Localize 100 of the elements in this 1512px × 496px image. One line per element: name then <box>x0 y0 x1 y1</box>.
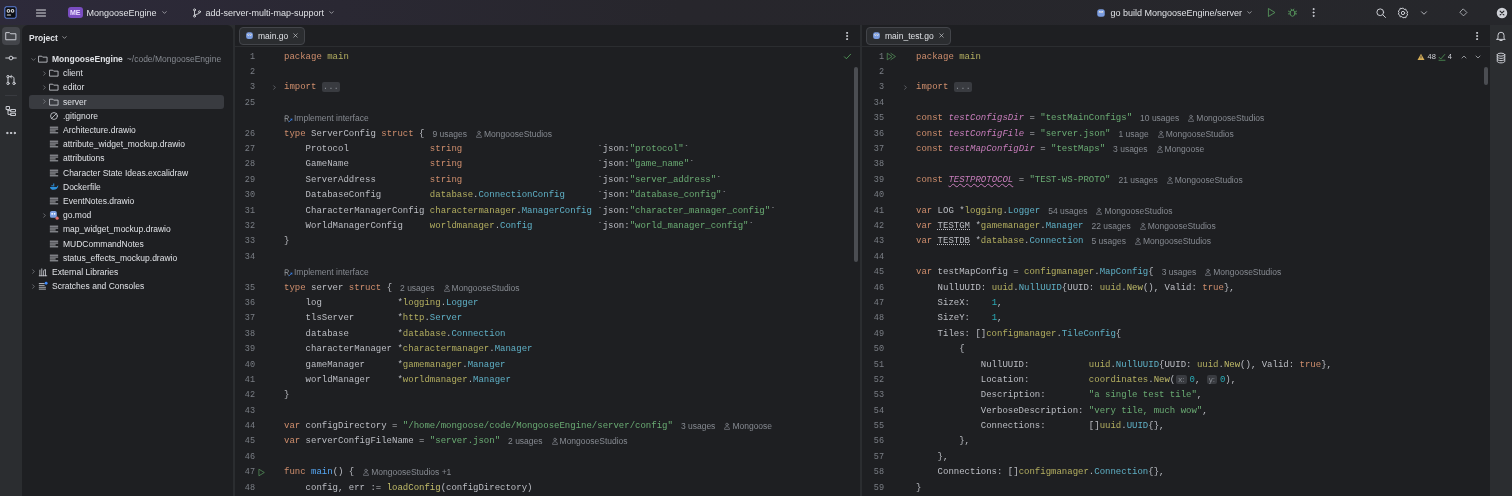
chevron-icon[interactable] <box>30 282 37 290</box>
chevron-icon[interactable] <box>41 83 48 91</box>
chevron-icon[interactable] <box>30 55 37 63</box>
tree-item[interactable]: editor <box>29 80 224 95</box>
usages-hint[interactable]: 1 usage <box>1118 128 1149 139</box>
check-icon[interactable] <box>843 52 852 61</box>
bug-icon[interactable] <box>1287 7 1298 18</box>
code-line: log *logging.Logger <box>304 297 479 308</box>
code-line: Location: coordinates.New( x: 0, y: 0), <box>979 374 1237 385</box>
usages-hint[interactable]: 22 usages <box>1091 221 1131 231</box>
author-hint[interactable]: MongooseStudios <box>1095 205 1173 216</box>
menu-icon[interactable] <box>35 6 47 19</box>
person-icon <box>1133 237 1142 246</box>
author-hint[interactable]: MongooseStudios <box>1133 236 1211 247</box>
code-lens-link[interactable]: Implement interface <box>284 113 369 124</box>
tree-item[interactable]: MongooseEngine ~/code/MongooseEngine <box>29 52 224 67</box>
line-number: 46 <box>872 282 884 293</box>
tree-item[interactable]: Architecture.drawio <box>29 122 224 138</box>
code-line: VerboseDescription: "very tile, much wow", <box>979 405 1208 416</box>
close-icon[interactable] <box>937 32 945 39</box>
line-number: 45 <box>243 436 255 447</box>
line-number: 1 <box>877 51 884 62</box>
tree-item[interactable]: .gitignore <box>29 108 224 123</box>
editor-tab[interactable]: main_test.go <box>866 26 951 45</box>
project-view-selector[interactable]: Project <box>29 32 68 43</box>
database-icon <box>1495 52 1507 64</box>
search-icon[interactable] <box>1375 6 1387 19</box>
tree-item[interactable]: attribute_widget_mockup.drawio <box>29 137 224 152</box>
diamond-icon[interactable] <box>1459 8 1468 17</box>
run-configuration[interactable]: go build MongooseEngine/server <box>1093 3 1256 22</box>
author-hint[interactable]: MongooseStudios <box>1138 221 1216 231</box>
app-logo-icon[interactable] <box>4 6 17 19</box>
line-number: 44 <box>872 251 884 262</box>
code-line: var LOG *logging.Logger <box>916 205 1041 216</box>
double-play-icon[interactable] <box>886 52 897 62</box>
author-hint[interactable]: Mongoose <box>1155 144 1205 155</box>
run-icon[interactable] <box>1266 7 1277 18</box>
tree-item[interactable]: MUDCommandNotes <box>29 236 224 251</box>
editor-tab[interactable]: main.go <box>239 26 306 45</box>
run-icon[interactable] <box>257 467 266 477</box>
branch-switcher[interactable]: add-server-multi-map-support <box>188 3 339 22</box>
tree-item[interactable]: Scratches and Consoles <box>29 279 224 294</box>
tree-item[interactable]: map_widget_mockup.drawio <box>29 222 224 237</box>
usages-hint[interactable]: 54 usages <box>1048 205 1088 216</box>
author-hint[interactable]: MongooseStudios <box>1165 174 1243 185</box>
whale-icon <box>49 181 59 192</box>
author-hint[interactable]: MongooseStudios <box>1204 267 1282 278</box>
usages-hint[interactable]: 3 usages <box>1113 144 1148 155</box>
tree-item[interactable]: server <box>29 94 224 109</box>
author-hint[interactable]: MongooseStudios +1 <box>362 467 452 478</box>
close-icon[interactable] <box>1496 6 1508 19</box>
usages-hint[interactable]: 21 usages <box>1118 174 1158 185</box>
person-icon <box>442 283 451 292</box>
person-icon <box>1204 268 1213 277</box>
tree-item[interactable]: attributions <box>29 151 224 166</box>
folder-icon <box>49 68 59 79</box>
tree-item[interactable]: client <box>29 66 224 81</box>
usages-hint[interactable]: 5 usages <box>1091 236 1126 247</box>
usages-hint[interactable]: 9 usages <box>432 128 467 139</box>
usages-hint[interactable]: 3 usages <box>1161 267 1197 278</box>
line-number: 42 <box>872 221 884 231</box>
code-line: const testMapConfigDir = "testMaps" <box>916 144 1106 155</box>
author-hint[interactable]: MongooseStudios <box>442 282 520 293</box>
code-line: worldManager *worldmanager.Manager <box>304 374 511 385</box>
author-hint[interactable]: MongooseStudios <box>550 436 628 447</box>
tree-item[interactable]: status_effects_mockup.drawio <box>29 250 224 265</box>
tree-item[interactable]: Character State Ideas.excalidraw <box>29 165 224 180</box>
author-hint[interactable]: MongooseStudios <box>1187 113 1265 124</box>
tree-item[interactable]: EventNotes.drawio <box>29 193 224 209</box>
scrollbar-thumb[interactable] <box>854 67 858 262</box>
code-line: config, err := loadConfig(configDirectory) <box>304 482 533 493</box>
scrollbar-thumb[interactable] <box>1484 67 1488 85</box>
line-number: 52 <box>872 374 884 385</box>
line-number: 45 <box>872 267 884 278</box>
line-number: 50 <box>872 344 884 355</box>
author-hint[interactable]: MongooseStudios <box>1156 128 1234 139</box>
tree-item[interactable]: go.mod <box>29 208 224 223</box>
author-hint[interactable]: MongooseStudios <box>474 128 552 139</box>
tool-window-button[interactable] <box>2 27 20 45</box>
chevron-icon[interactable] <box>30 268 37 276</box>
usages-hint[interactable]: 3 usages <box>680 421 716 432</box>
bell-icon <box>1495 30 1507 42</box>
line-number: 35 <box>872 113 884 124</box>
line-number: 51 <box>872 359 884 370</box>
folder-icon <box>5 30 17 42</box>
usages-hint[interactable]: 2 usages <box>400 282 435 293</box>
tree-item[interactable]: External Libraries <box>29 264 224 279</box>
person-icon <box>1156 129 1165 138</box>
tree-item[interactable]: Dockerfile <box>29 179 224 194</box>
settings-icon[interactable] <box>1397 6 1409 19</box>
line-number: 57 <box>872 451 884 462</box>
usages-hint[interactable]: 2 usages <box>508 436 543 447</box>
caret-icon <box>1246 9 1253 16</box>
chevron-icon[interactable] <box>41 211 48 219</box>
chevron-icon[interactable] <box>41 69 48 77</box>
folder-icon <box>49 82 59 93</box>
usages-hint[interactable]: 10 usages <box>1140 113 1180 124</box>
author-hint[interactable]: Mongoose <box>723 421 773 432</box>
code-lens-link[interactable]: Implement interface <box>284 267 369 278</box>
close-icon[interactable] <box>292 32 300 39</box>
